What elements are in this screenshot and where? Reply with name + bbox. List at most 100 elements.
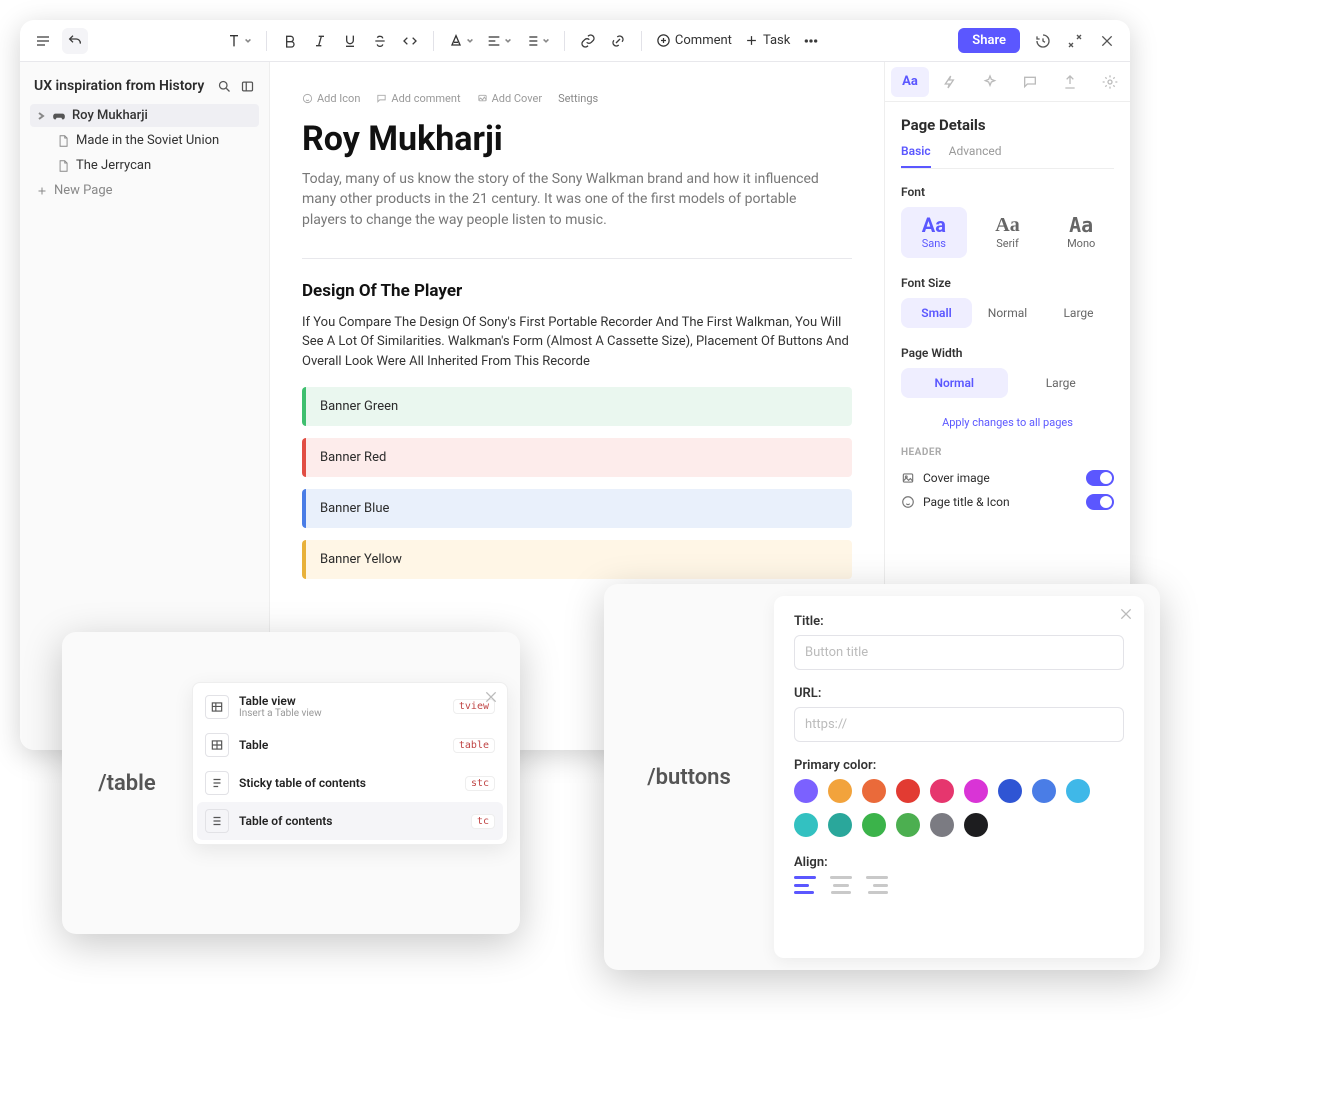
underline-button[interactable] (337, 28, 363, 54)
size-small[interactable]: Small (901, 298, 972, 328)
code-button[interactable] (397, 28, 423, 54)
plus-icon (36, 185, 48, 197)
sidebar-item-label: Made in the Soviet Union (76, 133, 219, 148)
doc-icon (56, 159, 70, 173)
sidebar-item-roy[interactable]: Roy Mukharji (30, 104, 259, 127)
color-swatch[interactable] (896, 813, 920, 837)
slash-menu: Table viewInsert a Table view tview Tabl… (192, 682, 508, 845)
add-icon-action[interactable]: Add Icon (302, 92, 360, 105)
banner-red[interactable]: Banner Red (302, 438, 852, 477)
doc-actions: Add Icon Add comment Add Cover Settings (302, 92, 852, 105)
color-swatch[interactable] (930, 779, 954, 803)
color-swatch[interactable] (828, 813, 852, 837)
doc-h2[interactable]: Design Of The Player (302, 281, 852, 301)
size-normal[interactable]: Normal (972, 298, 1043, 328)
color-swatch[interactable] (862, 779, 886, 803)
menu-item-toc[interactable]: Table of contents tc (197, 802, 503, 840)
close-icon[interactable] (483, 689, 499, 705)
panel-tab-export[interactable] (1051, 67, 1089, 97)
panel-tab-settings[interactable] (1091, 67, 1129, 97)
cover-toggle[interactable] (1086, 470, 1114, 486)
apply-all-link[interactable]: Apply changes to all pages (901, 416, 1114, 429)
text-style-dropdown[interactable] (222, 33, 256, 49)
slash-buttons-label: /buttons (647, 765, 731, 790)
color-swatch[interactable] (930, 813, 954, 837)
url-input[interactable] (794, 707, 1124, 742)
panel-tab-comments[interactable] (1011, 67, 1049, 97)
font-serif[interactable]: AaSerif (975, 207, 1041, 258)
history-icon[interactable] (1030, 28, 1056, 54)
banner-green[interactable]: Banner Green (302, 387, 852, 426)
sidebar-item-jerrycan[interactable]: The Jerrycan (30, 154, 259, 177)
new-page-label: New Page (54, 183, 113, 198)
align-left[interactable] (794, 876, 816, 894)
menu-icon[interactable] (30, 28, 56, 54)
align-dropdown[interactable] (482, 33, 516, 49)
color-swatch[interactable] (1066, 779, 1090, 803)
title-label: Title: (794, 614, 1124, 629)
color-swatch[interactable] (896, 779, 920, 803)
subtab-basic[interactable]: Basic (901, 144, 931, 168)
smile-icon (901, 495, 915, 509)
divider (302, 258, 852, 259)
color-swatch[interactable] (998, 779, 1022, 803)
unlink-button[interactable] (605, 28, 631, 54)
width-large[interactable]: Large (1008, 368, 1115, 398)
align-center[interactable] (830, 876, 852, 894)
slash-table-label: /table (98, 771, 156, 796)
add-comment-action[interactable]: Add comment (376, 92, 460, 105)
undo-button[interactable] (62, 28, 88, 54)
text-color-dropdown[interactable] (444, 33, 478, 49)
more-button[interactable] (798, 28, 824, 54)
color-swatch[interactable] (794, 779, 818, 803)
panel-tab-text[interactable]: Aa (891, 67, 929, 97)
close-icon[interactable] (1094, 28, 1120, 54)
doc-lead[interactable]: Today, many of us know the story of the … (302, 169, 842, 230)
doc-title[interactable]: Roy Mukharji (302, 119, 852, 159)
width-normal[interactable]: Normal (901, 368, 1008, 398)
italic-button[interactable] (307, 28, 333, 54)
color-swatch[interactable] (794, 813, 818, 837)
align-right[interactable] (866, 876, 888, 894)
slash-buttons-popup: /buttons Title: URL: Primary color: Alig… (604, 584, 1160, 970)
panel-tab-automation[interactable] (931, 67, 969, 97)
close-icon[interactable] (1118, 606, 1134, 622)
banner-yellow[interactable]: Banner Yellow (302, 540, 852, 579)
font-sans[interactable]: AaSans (901, 207, 967, 258)
sidebar-item-soviet[interactable]: Made in the Soviet Union (30, 129, 259, 152)
search-icon[interactable] (217, 79, 232, 94)
add-cover-action[interactable]: Add Cover (477, 92, 542, 105)
doc-icon (56, 134, 70, 148)
subtab-advanced[interactable]: Advanced (949, 144, 1002, 168)
share-button[interactable]: Share (958, 28, 1020, 53)
comment-button[interactable]: Comment (652, 31, 736, 50)
title-input[interactable] (794, 635, 1124, 670)
menu-item-sticky-toc[interactable]: Sticky table of contents stc (197, 764, 503, 802)
link-button[interactable] (575, 28, 601, 54)
settings-action[interactable]: Settings (558, 92, 598, 105)
workspace-title: UX inspiration from History (34, 78, 209, 94)
title-toggle[interactable] (1086, 494, 1114, 510)
banner-blue[interactable]: Banner Blue (302, 489, 852, 528)
color-swatches (794, 779, 1114, 837)
color-swatch[interactable] (828, 779, 852, 803)
size-large[interactable]: Large (1043, 298, 1114, 328)
list-dropdown[interactable] (520, 33, 554, 49)
menu-item-table[interactable]: Table table (197, 726, 503, 764)
color-swatch[interactable] (862, 813, 886, 837)
color-swatch[interactable] (964, 779, 988, 803)
menu-item-table-view[interactable]: Table viewInsert a Table view tview (197, 687, 503, 726)
color-swatch[interactable] (1032, 779, 1056, 803)
color-swatch[interactable] (964, 813, 988, 837)
new-page-button[interactable]: New Page (30, 179, 259, 202)
collapse-icon[interactable] (1062, 28, 1088, 54)
gamepad-icon (52, 109, 66, 123)
task-button[interactable]: Task (740, 31, 794, 50)
bold-button[interactable] (277, 28, 303, 54)
panel-toggle-icon[interactable] (240, 79, 255, 94)
panel-tab-ai[interactable] (971, 67, 1009, 97)
strike-button[interactable] (367, 28, 393, 54)
font-size-label: Font Size (901, 276, 1114, 290)
font-mono[interactable]: AaMono (1048, 207, 1114, 258)
doc-paragraph[interactable]: If You Compare The Design Of Sony's Firs… (302, 313, 852, 372)
